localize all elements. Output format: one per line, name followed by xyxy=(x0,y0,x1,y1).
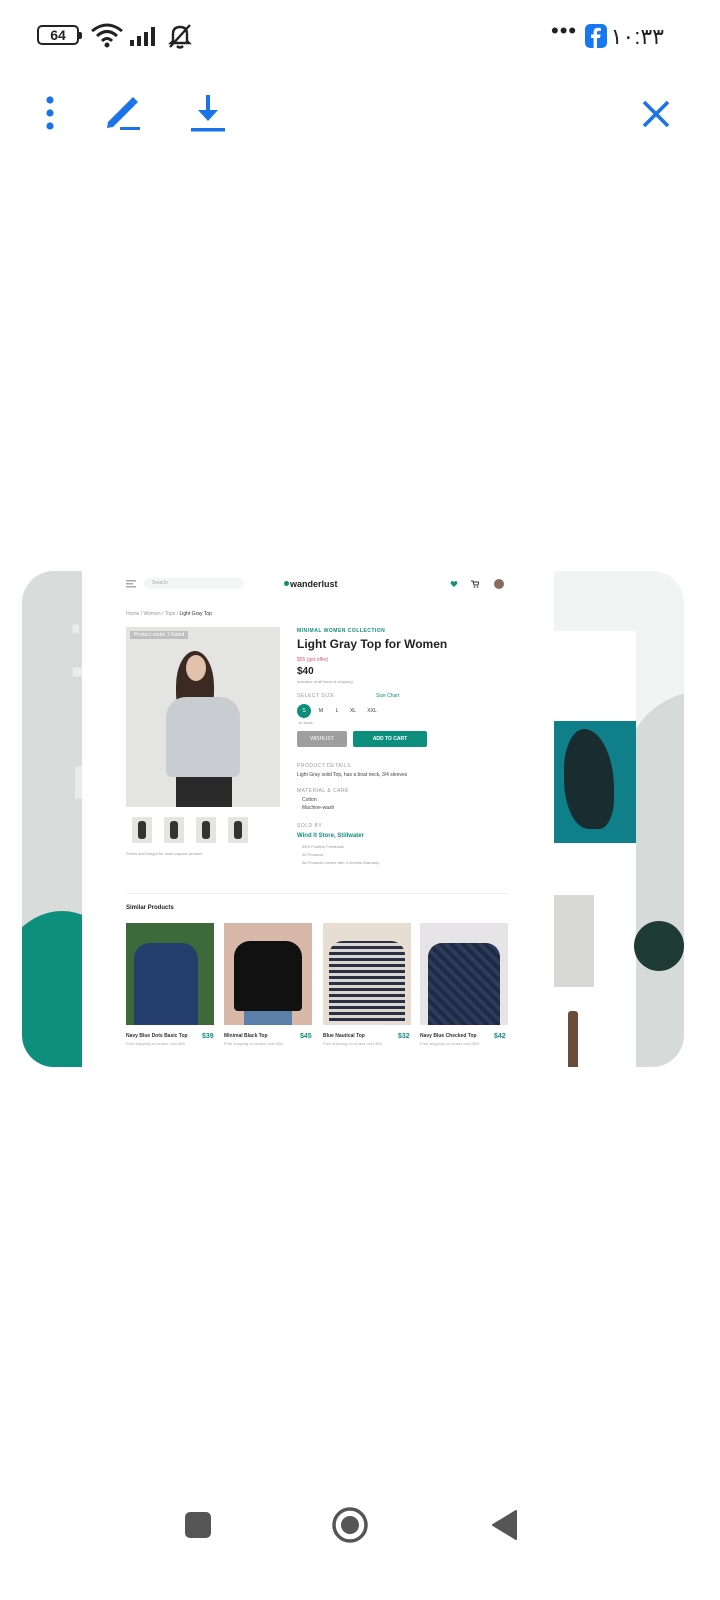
download-button[interactable] xyxy=(186,92,230,136)
more-dots-icon: ••• xyxy=(551,18,578,43)
menu-icon xyxy=(126,580,136,588)
breadcrumb: Home / Women / Tops / Light Gray Top xyxy=(126,611,212,617)
logo-mark xyxy=(284,581,289,586)
more-vertical-icon xyxy=(46,96,54,130)
breadcrumb-current: Light Gray Top xyxy=(179,611,212,617)
wifi-icon xyxy=(91,23,123,48)
material-label: MATERIAL & CARE xyxy=(297,788,349,794)
thumbnail xyxy=(196,817,216,843)
edit-button[interactable] xyxy=(100,92,144,136)
details-label: PRODUCT DETAILS xyxy=(297,763,351,769)
add-to-cart-button: ADD TO CART xyxy=(353,731,427,747)
size-note: In stock xyxy=(299,720,313,725)
product-card-name: Navy Blue Checked Top xyxy=(420,1033,477,1039)
heart-icon xyxy=(450,581,458,587)
product-card-name: Minimal Black Top xyxy=(224,1033,268,1039)
status-bar: 64 ••• ١٠:٣٣ xyxy=(0,0,720,72)
logo: wanderlust xyxy=(290,579,338,589)
belt-photo xyxy=(568,1011,578,1067)
product-card-sub: Free shipping on orders over $50 xyxy=(126,1041,185,1046)
product-card-image xyxy=(420,923,508,1025)
avatar xyxy=(494,579,504,589)
similar-products-title: Similar Products xyxy=(126,905,174,911)
sold-by-label: SOLD BY xyxy=(297,823,323,829)
dark-circle-shape xyxy=(634,921,684,971)
thumbnail xyxy=(228,817,248,843)
product-card-sub: Free shipping on orders over $50 xyxy=(420,1041,479,1046)
home-button[interactable] xyxy=(330,1505,370,1545)
close-button[interactable] xyxy=(634,92,678,136)
product-card-sub: Free shipping on orders over $50 xyxy=(224,1041,283,1046)
cart-icon xyxy=(471,580,479,588)
product-card-price: $39 xyxy=(202,1033,214,1040)
product-card-image xyxy=(224,923,312,1025)
model-face xyxy=(186,655,206,681)
back-triangle-icon xyxy=(492,1510,517,1540)
recents-square-icon xyxy=(185,1512,211,1538)
battery-icon: 64 xyxy=(37,25,82,45)
product-card-price: $42 xyxy=(494,1033,506,1040)
product-card-price: $45 xyxy=(300,1033,312,1040)
image-badge: Product under 1 Rated xyxy=(130,631,189,639)
size-option-s: S xyxy=(297,704,311,718)
battery-level: 64 xyxy=(50,27,66,43)
model-photo xyxy=(554,895,594,987)
product-card-name: Navy Blue Dots Basic Top xyxy=(126,1033,188,1039)
close-icon xyxy=(642,100,670,128)
home-circle-icon xyxy=(332,1507,368,1543)
seller-item: All Products comes with 3 months Warrant… xyxy=(302,860,380,865)
product-title: Light Gray Top for Women xyxy=(297,637,448,651)
product-page-screenshot: Search wanderlust Home / Women / Tops / … xyxy=(82,571,554,1067)
wishlist-button: WISHLIST xyxy=(297,731,347,747)
second-screen-panel xyxy=(554,631,636,1067)
breadcrumb-path: Home / Women / Tops / xyxy=(126,611,179,617)
size-chart-link: Size Chart xyxy=(376,693,400,699)
back-button[interactable] xyxy=(484,1505,524,1545)
collection-label: MINIMAL WOMEN COLLECTION xyxy=(297,628,386,634)
product-main-image xyxy=(126,627,280,807)
recents-button[interactable] xyxy=(178,1505,218,1545)
bell-muted-icon xyxy=(168,24,192,49)
preview-right-backdrop xyxy=(554,571,684,1067)
size-option-l: L xyxy=(335,708,339,714)
teal-photo xyxy=(554,721,636,843)
product-card-price: $32 xyxy=(398,1033,410,1040)
black-pants xyxy=(176,777,232,807)
seller-name: Wind It Store, Stillwater xyxy=(297,833,364,839)
product-card-image xyxy=(126,923,214,1025)
facebook-icon xyxy=(585,24,607,48)
size-option-xl: XL xyxy=(349,708,357,714)
tax-note: Inclusive of all taxes & shipping xyxy=(297,679,353,684)
seller-item: 40 Products xyxy=(302,852,324,857)
search-input: Search xyxy=(144,578,244,589)
thumb-caption: Prices and Insight for most popular prod… xyxy=(126,851,203,856)
download-icon xyxy=(191,95,225,132)
edit-pen-icon xyxy=(107,97,140,130)
size-option-m: M xyxy=(318,708,324,714)
size-option-xxl: XXL xyxy=(367,708,377,714)
product-card-sub: Free shipping on orders over $50 xyxy=(323,1041,382,1046)
old-price: $55 (get offer) xyxy=(297,657,329,663)
gray-top xyxy=(166,697,240,777)
select-size-label: SELECT SIZE xyxy=(297,693,335,699)
price: $40 xyxy=(297,666,314,677)
signal-icon xyxy=(130,27,155,46)
clock-time: ١٠:٣٣ xyxy=(610,24,664,49)
product-card-name: Blue Nautical Top xyxy=(323,1033,365,1039)
more-options-button[interactable] xyxy=(28,92,72,136)
details-text: Light Gray solid Top, has a boat neck, 3… xyxy=(297,772,408,778)
product-card-image xyxy=(323,923,411,1025)
image-preview[interactable]: Fashio Search wanderlust Home / Women / … xyxy=(22,571,684,1067)
section-divider xyxy=(126,893,508,894)
thumbnail xyxy=(164,817,184,843)
thumbnail xyxy=(132,817,152,843)
seller-item: 95% Positive Feedback xyxy=(302,844,344,849)
material-item: Cotton xyxy=(302,797,317,803)
material-item: Machine-wash xyxy=(302,805,335,811)
